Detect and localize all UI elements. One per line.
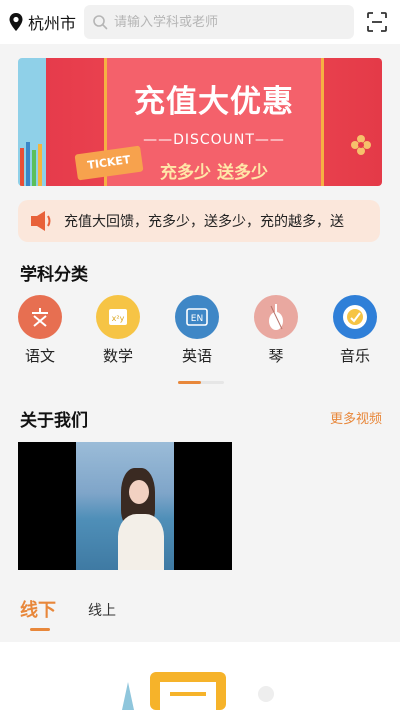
course-list-area [0,642,400,710]
category-chinese[interactable]: 语文 [10,295,70,366]
top-bar: 杭州市 [0,0,400,44]
search-icon [93,15,108,30]
more-videos-link[interactable]: 更多视频 [330,408,382,427]
search-input[interactable] [114,14,334,30]
tab-offline[interactable]: 线下 [20,596,56,622]
video-thumbnail [76,442,174,570]
chinese-icon [18,295,62,339]
pencils-decoration [20,142,42,186]
math-icon: x²y [96,295,140,339]
flower-icon [351,135,371,155]
category-music[interactable]: 音乐 [325,295,385,366]
scan-icon[interactable] [366,11,388,33]
category-scroll-thumb [178,381,201,384]
location-selector[interactable]: 杭州市 [8,10,78,34]
tab-online[interactable]: 线上 [88,600,116,620]
category-piano[interactable]: 琴 [246,295,306,366]
categories-title: 学科分类 [20,265,88,285]
city-label: 杭州市 [28,14,77,33]
promo-banner[interactable]: 充值大优惠 ——DISCOUNT—— 充多少 送多少 TICKET [18,58,382,186]
search-box[interactable] [84,5,354,39]
about-title: 关于我们 [20,411,88,431]
empty-state-illustration [122,672,274,710]
video-player[interactable] [18,442,232,570]
figure-face [129,480,149,504]
category-label: 音乐 [339,347,370,365]
location-pin-icon [9,13,23,31]
category-math[interactable]: x²y 数学 [88,295,148,366]
notice-bar[interactable]: 充值大回馈，充多少，送多少，充的越多，送 [18,200,380,242]
music-disc-icon [333,295,377,339]
category-label: 英语 [181,347,212,365]
speaker-icon [31,211,51,231]
tab-active-underline [30,628,50,631]
figure-body [118,514,164,570]
english-icon: EN [175,295,219,339]
category-label: 语文 [24,347,55,365]
category-label: 数学 [102,347,133,365]
banner-title: 充值大优惠 [134,84,294,120]
category-english[interactable]: EN 英语 [167,295,227,366]
app-screen: 杭州市 充值大优惠 ——DISCOUNT—— 充多少 送多少 TICKET [0,0,400,710]
svg-text:EN: EN [191,314,203,324]
category-label: 琴 [268,347,284,365]
violin-icon [254,295,298,339]
notice-text: 充值大回馈，充多少，送多少，充的越多，送 [64,214,344,230]
svg-text:x²y: x²y [112,314,125,323]
